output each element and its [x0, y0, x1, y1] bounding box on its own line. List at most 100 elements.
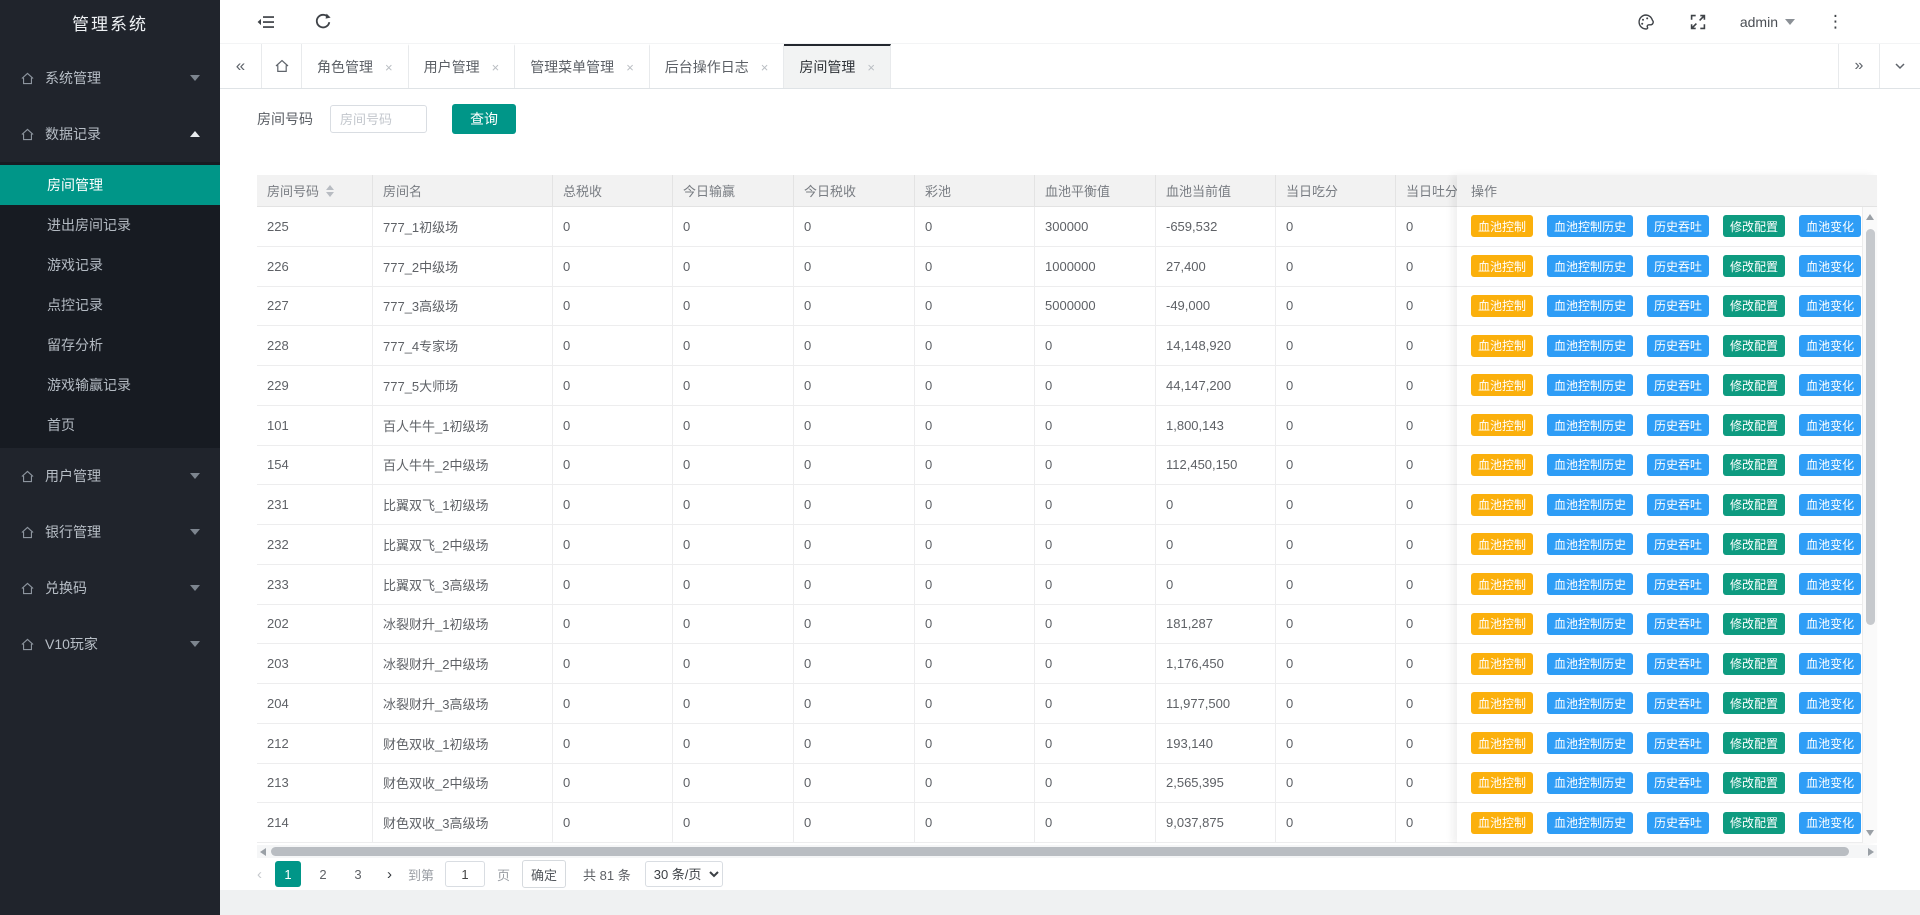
action-button-1[interactable]: 血池控制历史	[1547, 374, 1633, 396]
tab-close-icon[interactable]: ×	[626, 60, 634, 75]
goto-page-input[interactable]	[445, 861, 485, 887]
sidebar-item-5[interactable]: V10玩家	[0, 616, 220, 672]
tab-close-icon[interactable]: ×	[385, 60, 393, 75]
action-button-1[interactable]: 血池控制历史	[1547, 653, 1633, 675]
action-button-1[interactable]: 血池控制历史	[1547, 812, 1633, 834]
action-button-0[interactable]: 血池控制	[1471, 295, 1533, 317]
column-header-0[interactable]: 房间号码	[257, 175, 373, 206]
goto-confirm-button[interactable]: 确定	[522, 860, 566, 888]
action-button-2[interactable]: 历史吞吐	[1647, 732, 1709, 754]
action-button-0[interactable]: 血池控制	[1471, 494, 1533, 516]
action-button-1[interactable]: 血池控制历史	[1547, 215, 1633, 237]
action-button-1[interactable]: 血池控制历史	[1547, 613, 1633, 635]
refresh-icon[interactable]	[313, 12, 333, 32]
action-button-3[interactable]: 修改配置	[1723, 812, 1785, 834]
theme-palette-icon[interactable]	[1636, 12, 1656, 32]
action-button-3[interactable]: 修改配置	[1723, 494, 1785, 516]
action-button-4[interactable]: 血池变化	[1799, 295, 1861, 317]
action-button-4[interactable]: 血池变化	[1799, 812, 1861, 834]
user-menu[interactable]: admin	[1740, 14, 1795, 30]
action-button-1[interactable]: 血池控制历史	[1547, 454, 1633, 476]
action-button-0[interactable]: 血池控制	[1471, 414, 1533, 436]
action-button-4[interactable]: 血池变化	[1799, 255, 1861, 277]
tab-close-icon[interactable]: ×	[492, 60, 500, 75]
action-button-3[interactable]: 修改配置	[1723, 295, 1785, 317]
fullscreen-icon[interactable]	[1688, 12, 1708, 32]
action-button-2[interactable]: 历史吞吐	[1647, 255, 1709, 277]
sidebar-subitem-首页[interactable]: 首页	[0, 405, 220, 445]
action-button-1[interactable]: 血池控制历史	[1547, 255, 1633, 277]
action-button-0[interactable]: 血池控制	[1471, 573, 1533, 595]
action-button-3[interactable]: 修改配置	[1723, 772, 1785, 794]
room-number-input[interactable]	[330, 105, 427, 133]
action-button-4[interactable]: 血池变化	[1799, 454, 1861, 476]
action-button-4[interactable]: 血池变化	[1799, 494, 1861, 516]
action-button-3[interactable]: 修改配置	[1723, 653, 1785, 675]
kebab-menu-icon[interactable]: ⋮	[1827, 13, 1844, 30]
vertical-scrollbar[interactable]	[1862, 207, 1877, 843]
action-button-2[interactable]: 历史吞吐	[1647, 692, 1709, 714]
scroll-right-icon[interactable]	[1868, 848, 1874, 856]
action-button-2[interactable]: 历史吞吐	[1647, 573, 1709, 595]
action-button-1[interactable]: 血池控制历史	[1547, 692, 1633, 714]
page-number-1[interactable]: 1	[275, 861, 301, 887]
page-size-select[interactable]: 30 条/页	[645, 861, 723, 887]
action-button-3[interactable]: 修改配置	[1723, 454, 1785, 476]
action-button-1[interactable]: 血池控制历史	[1547, 533, 1633, 555]
action-button-2[interactable]: 历史吞吐	[1647, 335, 1709, 357]
action-button-1[interactable]: 血池控制历史	[1547, 573, 1633, 595]
action-button-0[interactable]: 血池控制	[1471, 533, 1533, 555]
scroll-up-icon[interactable]	[1866, 214, 1874, 220]
action-button-0[interactable]: 血池控制	[1471, 454, 1533, 476]
tab-0[interactable]: 角色管理×	[302, 44, 409, 88]
sidebar-subitem-游戏记录[interactable]: 游戏记录	[0, 245, 220, 285]
action-button-2[interactable]: 历史吞吐	[1647, 454, 1709, 476]
action-button-0[interactable]: 血池控制	[1471, 215, 1533, 237]
page-number-2[interactable]: 2	[310, 861, 336, 887]
action-button-2[interactable]: 历史吞吐	[1647, 414, 1709, 436]
sidebar-subitem-留存分析[interactable]: 留存分析	[0, 325, 220, 365]
tab-close-icon[interactable]: ×	[867, 60, 875, 75]
home-tab[interactable]	[262, 44, 302, 88]
action-button-0[interactable]: 血池控制	[1471, 732, 1533, 754]
sidebar-subitem-房间管理[interactable]: 房间管理	[0, 165, 220, 205]
sidebar-item-1[interactable]: 数据记录	[0, 106, 220, 162]
sort-icon[interactable]	[326, 185, 334, 197]
action-button-4[interactable]: 血池变化	[1799, 732, 1861, 754]
action-button-1[interactable]: 血池控制历史	[1547, 414, 1633, 436]
action-button-3[interactable]: 修改配置	[1723, 573, 1785, 595]
action-button-3[interactable]: 修改配置	[1723, 613, 1785, 635]
prev-page-icon[interactable]: ‹	[257, 866, 262, 883]
action-button-4[interactable]: 血池变化	[1799, 215, 1861, 237]
action-button-2[interactable]: 历史吞吐	[1647, 613, 1709, 635]
action-button-3[interactable]: 修改配置	[1723, 533, 1785, 555]
action-button-0[interactable]: 血池控制	[1471, 374, 1533, 396]
action-button-0[interactable]: 血池控制	[1471, 772, 1533, 794]
action-button-1[interactable]: 血池控制历史	[1547, 732, 1633, 754]
sidebar-subitem-进出房间记录[interactable]: 进出房间记录	[0, 205, 220, 245]
sidebar-item-2[interactable]: 用户管理	[0, 448, 220, 504]
action-button-4[interactable]: 血池变化	[1799, 374, 1861, 396]
tabs-scroll-right-icon[interactable]: »	[1838, 44, 1879, 88]
action-button-1[interactable]: 血池控制历史	[1547, 494, 1633, 516]
action-button-2[interactable]: 历史吞吐	[1647, 812, 1709, 834]
action-button-2[interactable]: 历史吞吐	[1647, 653, 1709, 675]
action-button-4[interactable]: 血池变化	[1799, 613, 1861, 635]
action-button-2[interactable]: 历史吞吐	[1647, 295, 1709, 317]
action-button-3[interactable]: 修改配置	[1723, 692, 1785, 714]
sidebar-item-0[interactable]: 系统管理	[0, 50, 220, 106]
scroll-down-icon[interactable]	[1866, 830, 1874, 836]
horizontal-scrollbar[interactable]	[257, 845, 1877, 858]
action-button-1[interactable]: 血池控制历史	[1547, 772, 1633, 794]
action-button-4[interactable]: 血池变化	[1799, 772, 1861, 794]
sidebar-subitem-点控记录[interactable]: 点控记录	[0, 285, 220, 325]
action-button-0[interactable]: 血池控制	[1471, 613, 1533, 635]
action-button-4[interactable]: 血池变化	[1799, 335, 1861, 357]
tab-1[interactable]: 用户管理×	[409, 44, 516, 88]
tab-3[interactable]: 后台操作日志×	[650, 44, 785, 88]
query-button[interactable]: 查询	[452, 104, 516, 134]
collapse-sidebar-icon[interactable]	[256, 12, 276, 32]
action-button-2[interactable]: 历史吞吐	[1647, 215, 1709, 237]
action-button-4[interactable]: 血池变化	[1799, 692, 1861, 714]
action-button-3[interactable]: 修改配置	[1723, 732, 1785, 754]
